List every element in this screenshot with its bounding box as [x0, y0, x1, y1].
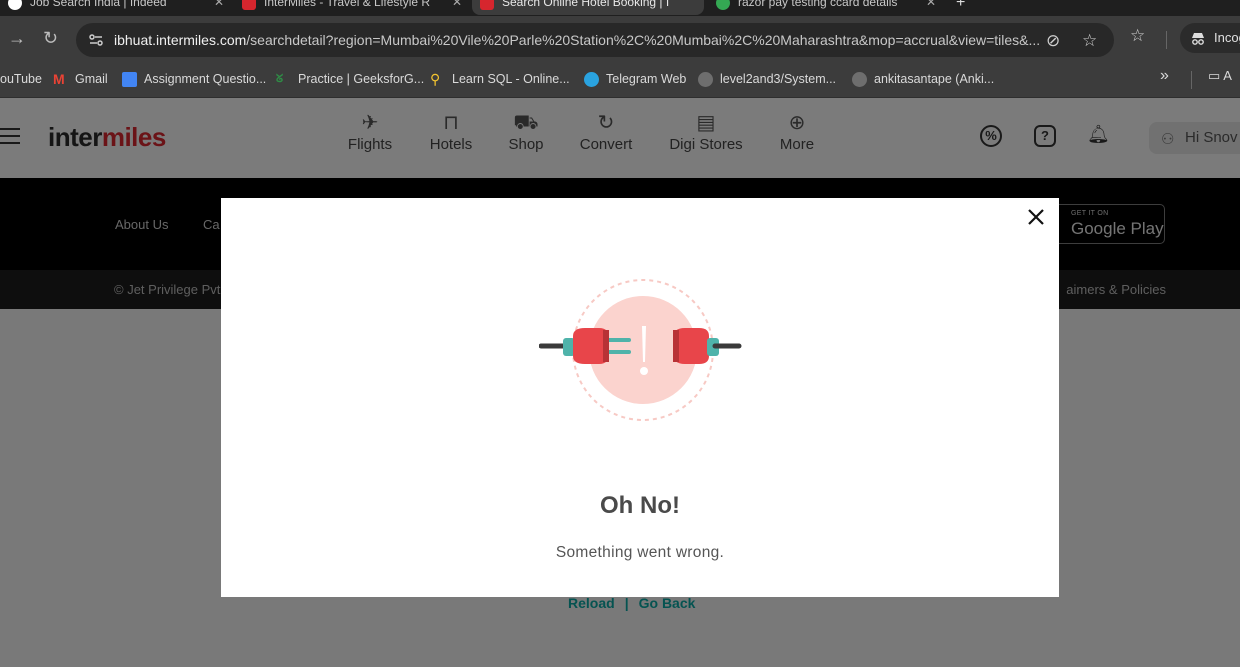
- error-modal: Oh No! Something went wrong.: [221, 198, 1059, 597]
- more-bookmarks-icon[interactable]: »: [1160, 67, 1169, 85]
- tab-title: razor pay testing ccard details: [738, 0, 898, 9]
- browser-tab[interactable]: Job Search India | Indeed ✕: [0, 0, 232, 15]
- toolbar-divider: [1166, 31, 1167, 49]
- browser-tab-active[interactable]: Search Online Hotel Booking | I: [472, 0, 704, 15]
- bookmark-assignment[interactable]: Assignment Questio...: [122, 69, 266, 89]
- bookmark-learn-sql[interactable]: ⚲ Learn SQL - Online...: [430, 69, 570, 89]
- tab-title: Job Search India | Indeed: [30, 0, 167, 9]
- bookmarks-bar: ouTube M Gmail Assignment Questio... ᘜ Pra…: [0, 62, 1240, 98]
- bookmark-label: Practice | GeeksforG...: [298, 72, 425, 86]
- site-settings-icon[interactable]: [88, 32, 104, 48]
- bookmark-star-icon[interactable]: ☆: [1082, 31, 1097, 51]
- reload-browser-icon[interactable]: ↻: [43, 28, 58, 48]
- bookmark-folder[interactable]: ▭ A: [1208, 68, 1232, 84]
- browser-toolbar: → ↻ ibhuat.intermiles.com/searchdetail?r…: [0, 16, 1240, 62]
- browser-tab[interactable]: InterMiles - Travel & Lifestyle R ✕: [234, 0, 470, 15]
- bookmark-label: level2and3/System...: [720, 72, 837, 86]
- url-path: /searchdetail?region=Mumbai%20Vile%20Par…: [246, 32, 1041, 48]
- bookmark-label: Assignment Questio...: [144, 72, 267, 86]
- bulb-icon: ⚲: [430, 71, 441, 87]
- forward-icon[interactable]: →: [8, 28, 26, 48]
- modal-message: Something went wrong.: [555, 544, 725, 561]
- tab-favicon: [480, 0, 494, 10]
- incognito-label: Incog: [1214, 30, 1240, 45]
- github-icon: [852, 72, 867, 87]
- tab-favicon: [8, 0, 22, 10]
- bookmark-youtube[interactable]: ouTube: [0, 69, 42, 89]
- close-icon[interactable]: [1025, 206, 1047, 228]
- gmail-icon: M: [53, 71, 65, 87]
- bookmark-label: ouTube: [0, 72, 42, 86]
- github-icon: [698, 72, 713, 87]
- bookmark-geeksforgeeks[interactable]: ᘜ Practice | GeeksforG...: [276, 69, 424, 89]
- telegram-icon: [584, 72, 599, 87]
- browser-tab-strip: Job Search India | Indeed ✕ InterMiles -…: [0, 0, 1240, 16]
- bookmarks-divider: [1191, 71, 1192, 89]
- url-text: ibhuat.intermiles.com/searchdetail?regio…: [114, 32, 1040, 48]
- close-tab-icon[interactable]: ✕: [214, 0, 224, 11]
- bookmark-telegram[interactable]: Telegram Web: [584, 69, 686, 89]
- new-tab-icon[interactable]: +: [956, 0, 965, 12]
- close-tab-icon[interactable]: ✕: [926, 0, 936, 11]
- unplugged-illustration: [539, 279, 742, 421]
- geeksforgeeks-icon: ᘜ: [276, 73, 284, 85]
- incognito-badge[interactable]: Incog: [1180, 23, 1240, 53]
- bookmark-gmail[interactable]: M Gmail: [53, 69, 108, 89]
- browser-tab[interactable]: razor pay testing ccard details ✕: [708, 0, 944, 15]
- tab-favicon: [716, 0, 730, 10]
- bookmark-folder-label: A: [1223, 68, 1232, 83]
- tab-favicon: [242, 0, 256, 10]
- bookmark-label: Learn SQL - Online...: [452, 72, 570, 86]
- tab-title: Search Online Hotel Booking | I: [502, 0, 670, 9]
- modal-title: Oh No!: [600, 492, 680, 519]
- docs-icon: [122, 72, 137, 87]
- address-bar[interactable]: ibhuat.intermiles.com/searchdetail?regio…: [76, 23, 1114, 57]
- bookmark-label: Telegram Web: [606, 72, 687, 86]
- bookmark-github-level2and3[interactable]: level2and3/System...: [698, 69, 836, 89]
- bookmark-label: ankitasantape (Anki...: [874, 72, 995, 86]
- tab-title: InterMiles - Travel & Lifestyle R: [264, 0, 431, 9]
- bookmarks-star-icon[interactable]: ☆: [1130, 26, 1145, 46]
- bookmark-label: Gmail: [75, 72, 108, 86]
- url-domain: ibhuat.intermiles.com: [114, 32, 247, 48]
- close-tab-icon[interactable]: ✕: [452, 0, 462, 11]
- incognito-icon: [1192, 33, 1204, 45]
- tracking-protection-icon[interactable]: ⊘: [1046, 31, 1060, 51]
- bookmark-github-ankitasantape[interactable]: ankitasantape (Anki...: [852, 69, 994, 89]
